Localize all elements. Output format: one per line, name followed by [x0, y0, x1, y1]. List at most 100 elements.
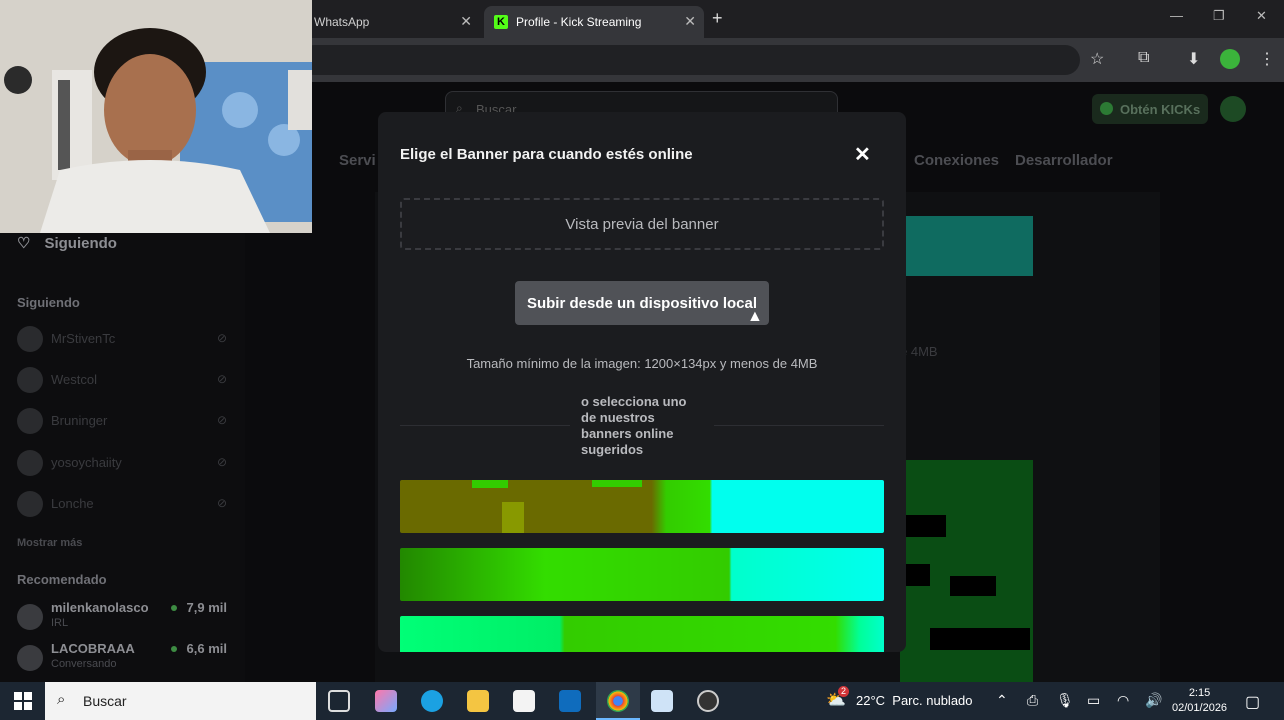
tab-title: Profile - Kick Streaming	[516, 15, 642, 29]
profile-avatar-icon[interactable]	[1220, 49, 1240, 69]
heart-icon: ♡	[17, 235, 31, 252]
copilot-icon[interactable]	[375, 690, 397, 712]
edge-icon[interactable]	[421, 690, 443, 712]
windows-start-icon[interactable]	[14, 692, 32, 710]
sidebar-recommended-item[interactable]: milenkanolasco IRL 7,9 mil	[17, 600, 227, 638]
recommended-header: Recomendado	[17, 572, 107, 587]
file-explorer-icon[interactable]	[467, 690, 489, 712]
sidebar-channel[interactable]: yosoychaiity ⊘	[17, 450, 227, 476]
download-icon[interactable]: ⬇	[1187, 49, 1200, 69]
sidebar-channel[interactable]: Bruninger ⊘	[17, 408, 227, 434]
divider	[714, 425, 884, 426]
task-view-icon[interactable]	[328, 690, 350, 712]
clock-time: 2:15	[1188, 687, 1211, 699]
obs-icon[interactable]	[697, 690, 719, 712]
offline-icon: ⊘	[216, 372, 227, 386]
viewer-count: 7,9 mil	[186, 600, 227, 615]
taskbar-search-input[interactable]: ⌕ Buscar	[45, 682, 316, 720]
avatar	[17, 408, 43, 434]
address-bar[interactable]	[300, 45, 1080, 75]
sidebar-recommended-item[interactable]: LACOBRAAA Conversando 6,6 mil	[17, 641, 227, 679]
avatar	[17, 326, 43, 352]
channel-name: Westcol	[51, 372, 97, 387]
offline-icon: ⊘	[216, 331, 227, 345]
sidebar-channel[interactable]: Lonche ⊘	[17, 491, 227, 517]
show-more-link[interactable]: Mostrar más	[17, 537, 82, 549]
taskbar-search-placeholder: Buscar	[83, 693, 127, 709]
banner-preview-label: Vista previa del banner	[565, 216, 719, 233]
channel-category: IRL	[51, 617, 69, 629]
avatar	[17, 645, 43, 671]
weather-badge: 2	[838, 686, 849, 697]
sidebar-channel[interactable]: Westcol ⊘	[17, 367, 227, 393]
close-icon[interactable]: ✕	[460, 13, 472, 30]
weather-desc: Parc. nublado	[892, 693, 973, 708]
taskbar-chrome-active[interactable]	[596, 682, 640, 720]
sidebar-following-title[interactable]: ♡ Siguiendo	[17, 234, 117, 252]
kicks-icon	[1100, 102, 1113, 115]
close-icon[interactable]: ✕	[854, 142, 871, 167]
weather-widget[interactable]: 22°C Parc. nublado	[856, 693, 973, 708]
windows-taskbar: ⌕ Buscar ⛅ 2 22°C Parc. nublado ⌃ ⎙ 🎙 ▭ …	[0, 682, 1284, 720]
device-icon[interactable]: ⎙	[1027, 692, 1038, 709]
minimize-icon[interactable]: —	[1170, 8, 1183, 23]
following-title-label: Siguiendo	[44, 235, 117, 252]
restore-icon[interactable]: ❐	[1213, 8, 1225, 24]
clock[interactable]: 2:15 02/01/2026	[1172, 686, 1227, 716]
tab-conexiones[interactable]: Conexiones	[914, 152, 999, 169]
avatar	[17, 491, 43, 517]
live-dot-icon	[171, 605, 177, 611]
extensions-icon[interactable]: ⧉	[1138, 49, 1149, 67]
window-close-icon[interactable]: ✕	[1256, 8, 1267, 24]
search-icon: ⌕	[57, 691, 66, 708]
star-icon[interactable]: ☆	[1090, 49, 1104, 69]
following-header: Siguiendo	[17, 295, 80, 310]
image-size-note: Tamaño mínimo de la imagen: 1200×134px y…	[466, 356, 818, 371]
offline-icon: ⊘	[216, 455, 227, 469]
viewer-count: 6,6 mil	[186, 641, 227, 656]
tab-title: WhatsApp	[314, 15, 370, 29]
banner-preview-area: Vista previa del banner	[400, 198, 884, 250]
tab-kick-profile[interactable]: K Profile - Kick Streaming ✕	[484, 6, 704, 38]
volume-icon[interactable]: 🔊	[1145, 692, 1162, 709]
chevron-up-icon[interactable]: ⌃	[996, 692, 1008, 709]
microphone-icon[interactable]: 🎙	[1056, 692, 1074, 709]
offline-icon: ⊘	[216, 496, 227, 510]
avatar	[17, 450, 43, 476]
outlook-icon[interactable]	[559, 690, 581, 712]
menu-dots-icon[interactable]: ⋮	[1259, 49, 1275, 69]
avatar	[17, 604, 43, 630]
sidebar-channel[interactable]: MrStivenTc ⊘	[17, 326, 227, 352]
notifications-icon[interactable]: ▢	[1245, 692, 1260, 712]
divider	[400, 425, 570, 426]
app-icon[interactable]	[651, 690, 673, 712]
channel-name: yosoychaiity	[51, 455, 122, 470]
new-tab-icon[interactable]: +	[712, 8, 723, 29]
tab-whatsapp[interactable]: WhatsApp ✕	[304, 6, 480, 38]
suggested-banner-3[interactable]	[400, 616, 884, 652]
live-dot-icon	[171, 646, 177, 652]
mouse-cursor-icon: ▲	[747, 308, 763, 325]
modal-title: Elige el Banner para cuando estés online	[400, 146, 693, 163]
webcam-person-image	[0, 0, 312, 233]
get-kicks-button[interactable]: Obtén KICKs	[1092, 94, 1208, 124]
close-icon[interactable]: ✕	[684, 13, 696, 30]
offline-icon: ⊘	[216, 413, 227, 427]
channel-name: MrStivenTc	[51, 331, 116, 346]
wifi-icon[interactable]: ◠	[1117, 692, 1129, 709]
get-kicks-label: Obtén KICKs	[1120, 102, 1201, 117]
tab-desarrollador[interactable]: Desarrollador	[1015, 152, 1113, 169]
weather-temp: 22°C	[856, 693, 886, 708]
suggested-banner-1[interactable]	[400, 480, 884, 533]
tab-servicios[interactable]: Servi	[339, 152, 376, 169]
battery-icon[interactable]: ▭	[1087, 692, 1100, 709]
upload-local-button[interactable]: Subir desde un dispositivo local	[515, 281, 769, 325]
kick-logo-icon: K	[494, 15, 508, 29]
profile-image-preview	[900, 460, 1033, 682]
channel-name: Lonche	[51, 496, 94, 511]
user-avatar[interactable]	[1220, 96, 1246, 122]
or-select-text: o selecciona uno de nuestros banners onl…	[581, 394, 687, 457]
store-icon[interactable]	[513, 690, 535, 712]
banner-picker-modal: Elige el Banner para cuando estés online…	[378, 112, 906, 652]
suggested-banner-2[interactable]	[400, 548, 884, 601]
